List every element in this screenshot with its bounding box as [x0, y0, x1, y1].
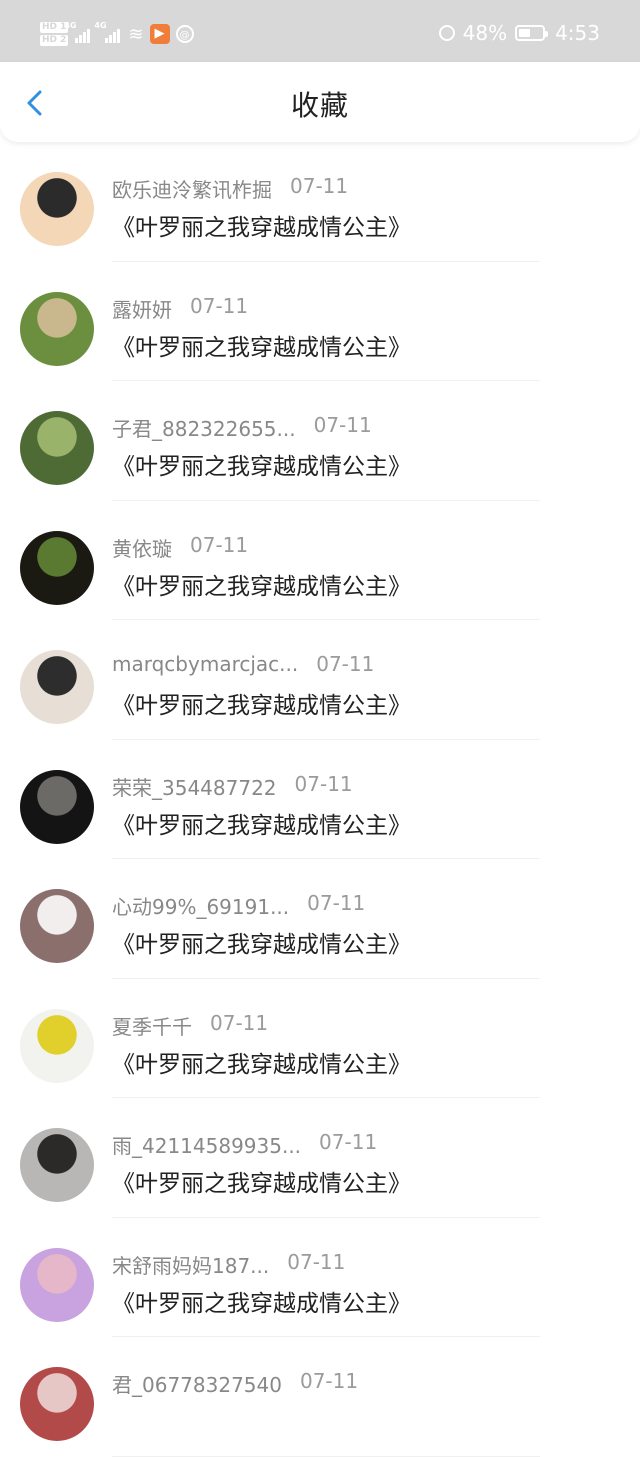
alarm-icon	[438, 25, 455, 41]
battery-percent: 48%	[462, 21, 508, 45]
avatar[interactable]	[20, 1367, 94, 1441]
item-meta: 君_06778327540 07-11	[112, 1369, 358, 1397]
sig1-label: 4G	[64, 21, 77, 30]
user-name[interactable]: 欧乐迪泠繁讯柞掘	[112, 178, 272, 202]
user-name[interactable]: 心动99%_69191...	[112, 895, 289, 919]
user-name[interactable]: 夏季千千	[112, 1015, 192, 1039]
user-name[interactable]: 君_06778327540	[112, 1373, 282, 1397]
avatar[interactable]	[20, 530, 94, 605]
item-meta: 宋舒雨妈妈187... 07-11	[112, 1250, 345, 1278]
list-item[interactable]: 君_06778327540 07-11	[0, 1337, 640, 1457]
item-content[interactable]: 《叶罗丽之我穿越成情公主》	[112, 567, 411, 601]
item-date: 07-11	[299, 1369, 359, 1393]
item-content[interactable]: 《叶罗丽之我穿越成情公主》	[112, 447, 411, 481]
battery-icon	[515, 25, 549, 41]
favorites-list: 欧乐迪泠繁讯柞掘 07-11 《叶罗丽之我穿越成情公主》 露妍妍 07-11 《叶罗丽之我…	[0, 142, 640, 1457]
list-item[interactable]: 露妍妍 07-11 《叶罗丽之我穿越成情公主》	[0, 262, 640, 382]
item-date: 07-11	[316, 652, 375, 676]
list-item[interactable]: 欧乐迪泠繁讯柞掘 07-11 《叶罗丽之我穿越成情公主》	[0, 142, 640, 262]
avatar[interactable]	[20, 411, 94, 485]
status-bar: HD 1 HD 2 4G 4G ≋ ▶ @ 48% 4:53	[0, 0, 640, 62]
list-item[interactable]: 心动99%_69191... 07-11 《叶罗丽之我穿越成情公主》	[0, 859, 640, 979]
item-content[interactable]: 《叶罗丽之我穿越成情公主》	[112, 1164, 411, 1198]
list-item[interactable]: 夏季千千 07-11 《叶罗丽之我穿越成情公主》	[0, 979, 640, 1099]
item-meta: 荣荣_354487722 07-11	[112, 772, 353, 800]
list-item[interactable]: 黄依璇 07-11 《叶罗丽之我穿越成情公主》	[0, 501, 640, 621]
avatar[interactable]	[20, 1008, 94, 1083]
item-content[interactable]: 《叶罗丽之我穿越成情公主》	[112, 925, 411, 959]
item-date: 07-11	[290, 174, 349, 198]
user-name[interactable]: 露妍妍	[112, 298, 172, 322]
item-date: 07-11	[313, 413, 372, 437]
sig2-label: 4G	[94, 21, 107, 30]
status-left: HD 1 HD 2 4G 4G ≋ ▶ @	[40, 16, 194, 52]
list-item[interactable]: 子君_882322655... 07-11 《叶罗丽之我穿越成情公主》	[0, 381, 640, 501]
avatar[interactable]	[20, 650, 94, 724]
item-content[interactable]: 《叶罗丽之我穿越成情公主》	[112, 1284, 411, 1318]
hd2-label: HD 2	[40, 35, 69, 46]
item-date: 07-11	[210, 1010, 269, 1035]
item-date: 07-11	[190, 293, 249, 318]
item-meta: 子君_882322655... 07-11	[112, 413, 372, 441]
item-content[interactable]: 《叶罗丽之我穿越成情公主》	[112, 208, 411, 242]
list-item[interactable]: 宋舒雨妈妈187... 07-11 《叶罗丽之我穿越成情公主》	[0, 1218, 640, 1338]
user-name[interactable]: marqcbymarcjac...	[112, 652, 298, 676]
item-meta: 露妍妍 07-11	[112, 294, 248, 322]
user-name[interactable]: 雨_42114589935...	[112, 1134, 301, 1158]
avatar[interactable]	[20, 769, 94, 844]
item-content[interactable]: 《叶罗丽之我穿越成情公主》	[112, 806, 411, 840]
avatar[interactable]	[20, 1247, 94, 1322]
app-icon: ▶	[149, 24, 170, 44]
clock: 4:53	[555, 21, 600, 45]
avatar[interactable]	[20, 1128, 94, 1202]
avatar[interactable]	[20, 172, 94, 246]
item-meta: marqcbymarcjac... 07-11	[112, 652, 374, 680]
user-name[interactable]: 黄依璇	[112, 537, 172, 561]
item-meta: 黄依璇 07-11	[112, 533, 248, 561]
list-item[interactable]: 荣荣_354487722 07-11 《叶罗丽之我穿越成情公主》	[0, 740, 640, 860]
item-date: 07-11	[287, 1249, 346, 1274]
avatar[interactable]	[20, 889, 94, 963]
app-icon: @	[175, 25, 194, 43]
item-meta: 欧乐迪泠繁讯柞掘 07-11	[112, 174, 348, 202]
user-name[interactable]: 子君_882322655...	[112, 417, 296, 441]
item-date: 07-11	[190, 532, 249, 557]
user-name[interactable]: 荣荣_354487722	[112, 776, 277, 800]
status-right: 48% 4:53	[438, 18, 600, 48]
nav-bar: 收藏	[0, 62, 640, 142]
signal-icon: 4G	[94, 21, 121, 43]
item-content[interactable]: 《叶罗丽之我穿越成情公主》	[112, 686, 411, 720]
item-date: 07-11	[307, 891, 366, 915]
page-title: 收藏	[290, 89, 349, 122]
user-name[interactable]: 宋舒雨妈妈187...	[112, 1254, 269, 1278]
item-date: 07-11	[294, 771, 353, 796]
wifi-icon: ≋	[128, 23, 144, 45]
item-meta: 夏季千千 07-11	[112, 1011, 268, 1039]
signal-icon: 4G	[64, 21, 91, 43]
item-meta: 心动99%_69191... 07-11	[112, 891, 365, 919]
item-date: 07-11	[319, 1130, 378, 1154]
list-item[interactable]: marqcbymarcjac... 07-11 《叶罗丽之我穿越成情公主》	[0, 620, 640, 740]
item-meta: 雨_42114589935... 07-11	[112, 1130, 377, 1158]
avatar[interactable]	[20, 291, 94, 366]
list-item[interactable]: 雨_42114589935... 07-11 《叶罗丽之我穿越成情公主》	[0, 1098, 640, 1218]
item-content[interactable]: 《叶罗丽之我穿越成情公主》	[112, 1045, 411, 1079]
item-content[interactable]: 《叶罗丽之我穿越成情公主》	[112, 328, 411, 362]
